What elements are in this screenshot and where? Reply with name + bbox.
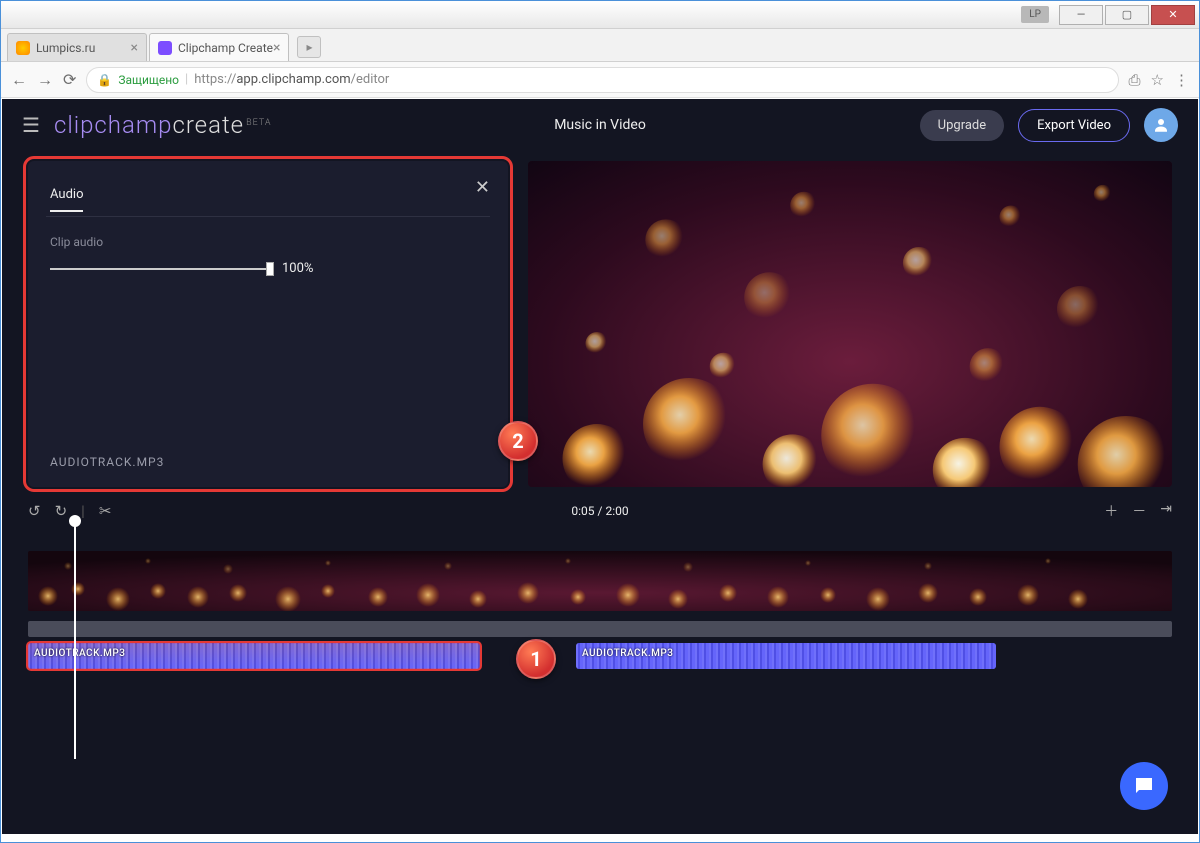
upgrade-button[interactable]: Upgrade (920, 110, 1004, 141)
logo-brand: clipchamp (54, 111, 173, 139)
reload-icon[interactable]: ⟳ (63, 70, 76, 89)
profile-badge: LP (1021, 6, 1049, 23)
export-video-button[interactable]: Export Video (1018, 109, 1130, 142)
panel-tab-audio[interactable]: Audio (50, 187, 83, 212)
timeline[interactable]: AUDIOTRACK.MP3 AUDIOTRACK.MP3 (28, 531, 1172, 669)
translate-icon[interactable]: ⎙ (1129, 71, 1141, 89)
favicon-icon (158, 41, 172, 55)
volume-slider-row: 100% (50, 261, 486, 276)
avatar[interactable] (1144, 108, 1178, 142)
star-icon[interactable]: ☆ (1151, 71, 1164, 89)
support-chat-button[interactable] (1120, 762, 1168, 810)
video-track[interactable] (28, 551, 1172, 611)
callout-badge-1: 1 (516, 639, 556, 679)
logo: clipchampcreateBETA (54, 111, 272, 139)
playback-time: 0:05 / 2:00 (571, 504, 628, 518)
browser-window: LP — ▢ ✕ Lumpics.ru × Clipchamp Create ×… (0, 0, 1200, 843)
window-titlebar: LP — ▢ ✕ (1, 1, 1199, 29)
undo-icon[interactable]: ↺ (28, 502, 41, 520)
audio-properties-panel: ✕ Audio Clip audio 100% AUDIOTRACK.MP3 (28, 161, 508, 487)
close-panel-icon[interactable]: ✕ (475, 177, 490, 198)
address-bar[interactable]: 🔒 Защищено | https:// app.clipchamp.com … (86, 67, 1118, 93)
user-icon (1152, 116, 1170, 134)
time-ruler[interactable] (28, 531, 1172, 551)
timeline-controls: ↺ ↻ | ✂ 0:05 / 2:00 ＋ － ⇥ (2, 487, 1198, 527)
volume-slider[interactable] (50, 268, 270, 270)
logo-sub: create (172, 111, 244, 139)
tab-lumpics[interactable]: Lumpics.ru × (7, 33, 147, 61)
new-tab-button[interactable]: ▸ (297, 36, 321, 58)
zoom-tools: ＋ － ⇥ (1104, 501, 1172, 521)
workspace: ✕ Audio Clip audio 100% AUDIOTRACK.MP3 (2, 151, 1198, 487)
audio-clip-1[interactable]: AUDIOTRACK.MP3 (28, 643, 480, 669)
lock-icon: 🔒 (97, 73, 112, 87)
fit-icon[interactable]: ⇥ (1160, 501, 1172, 521)
hamburger-icon[interactable]: ☰ (22, 113, 40, 137)
back-icon[interactable]: ← (11, 70, 27, 90)
redo-icon[interactable]: ↻ (55, 502, 68, 520)
zoom-out-icon[interactable]: － (1132, 501, 1146, 521)
audio-clip-2[interactable]: AUDIOTRACK.MP3 (576, 643, 996, 669)
maximize-button[interactable]: ▢ (1105, 5, 1149, 25)
playhead-knob[interactable] (69, 515, 81, 527)
volume-value: 100% (282, 261, 313, 276)
secure-label: Защищено (118, 73, 179, 87)
empty-track[interactable] (28, 621, 1172, 637)
divider: | (185, 72, 188, 87)
project-title[interactable]: Music in Video (554, 117, 646, 133)
forward-icon[interactable]: → (37, 70, 53, 90)
slider-thumb[interactable] (266, 262, 274, 276)
favicon-icon (16, 41, 30, 55)
divider (46, 216, 490, 217)
chat-icon (1132, 774, 1156, 798)
tab-strip: Lumpics.ru × Clipchamp Create × ▸ (1, 29, 1199, 62)
clip-audio-label: Clip audio (50, 235, 486, 249)
logo-beta: BETA (246, 118, 271, 128)
minimize-button[interactable]: — (1059, 5, 1103, 25)
tab-clipchamp[interactable]: Clipchamp Create × (149, 33, 289, 61)
close-window-button[interactable]: ✕ (1151, 5, 1195, 25)
callout-badge-2: 2 (498, 421, 538, 461)
tab-label: Lumpics.ru (36, 41, 95, 55)
clipchamp-app: ☰ clipchampcreateBETA Music in Video Upg… (2, 99, 1198, 834)
audio-track[interactable]: AUDIOTRACK.MP3 AUDIOTRACK.MP3 (28, 643, 1172, 669)
close-tab-icon[interactable]: × (273, 40, 280, 56)
url-scheme: https:// (194, 72, 236, 87)
close-tab-icon[interactable]: × (131, 40, 138, 56)
url-path: /editor (351, 72, 390, 87)
app-header: ☰ clipchampcreateBETA Music in Video Upg… (2, 99, 1198, 151)
panel-filename: AUDIOTRACK.MP3 (50, 455, 164, 469)
menu-icon[interactable]: ⋮ (1174, 71, 1189, 89)
tab-label: Clipchamp Create (178, 41, 273, 55)
audio-clip-label: AUDIOTRACK.MP3 (34, 648, 126, 659)
zoom-in-icon[interactable]: ＋ (1104, 501, 1118, 521)
playhead[interactable] (74, 523, 76, 759)
cut-icon[interactable]: ✂ (99, 502, 112, 520)
toolbar: ← → ⟳ 🔒 Защищено | https:// app.clipcham… (1, 62, 1199, 98)
audio-clip-label: AUDIOTRACK.MP3 (582, 648, 674, 659)
video-thumbnails (28, 551, 1172, 611)
bokeh-preview-image (528, 161, 1172, 487)
header-actions: Upgrade Export Video (920, 108, 1178, 142)
video-preview[interactable] (528, 161, 1172, 487)
url-host: app.clipchamp.com (236, 72, 350, 87)
